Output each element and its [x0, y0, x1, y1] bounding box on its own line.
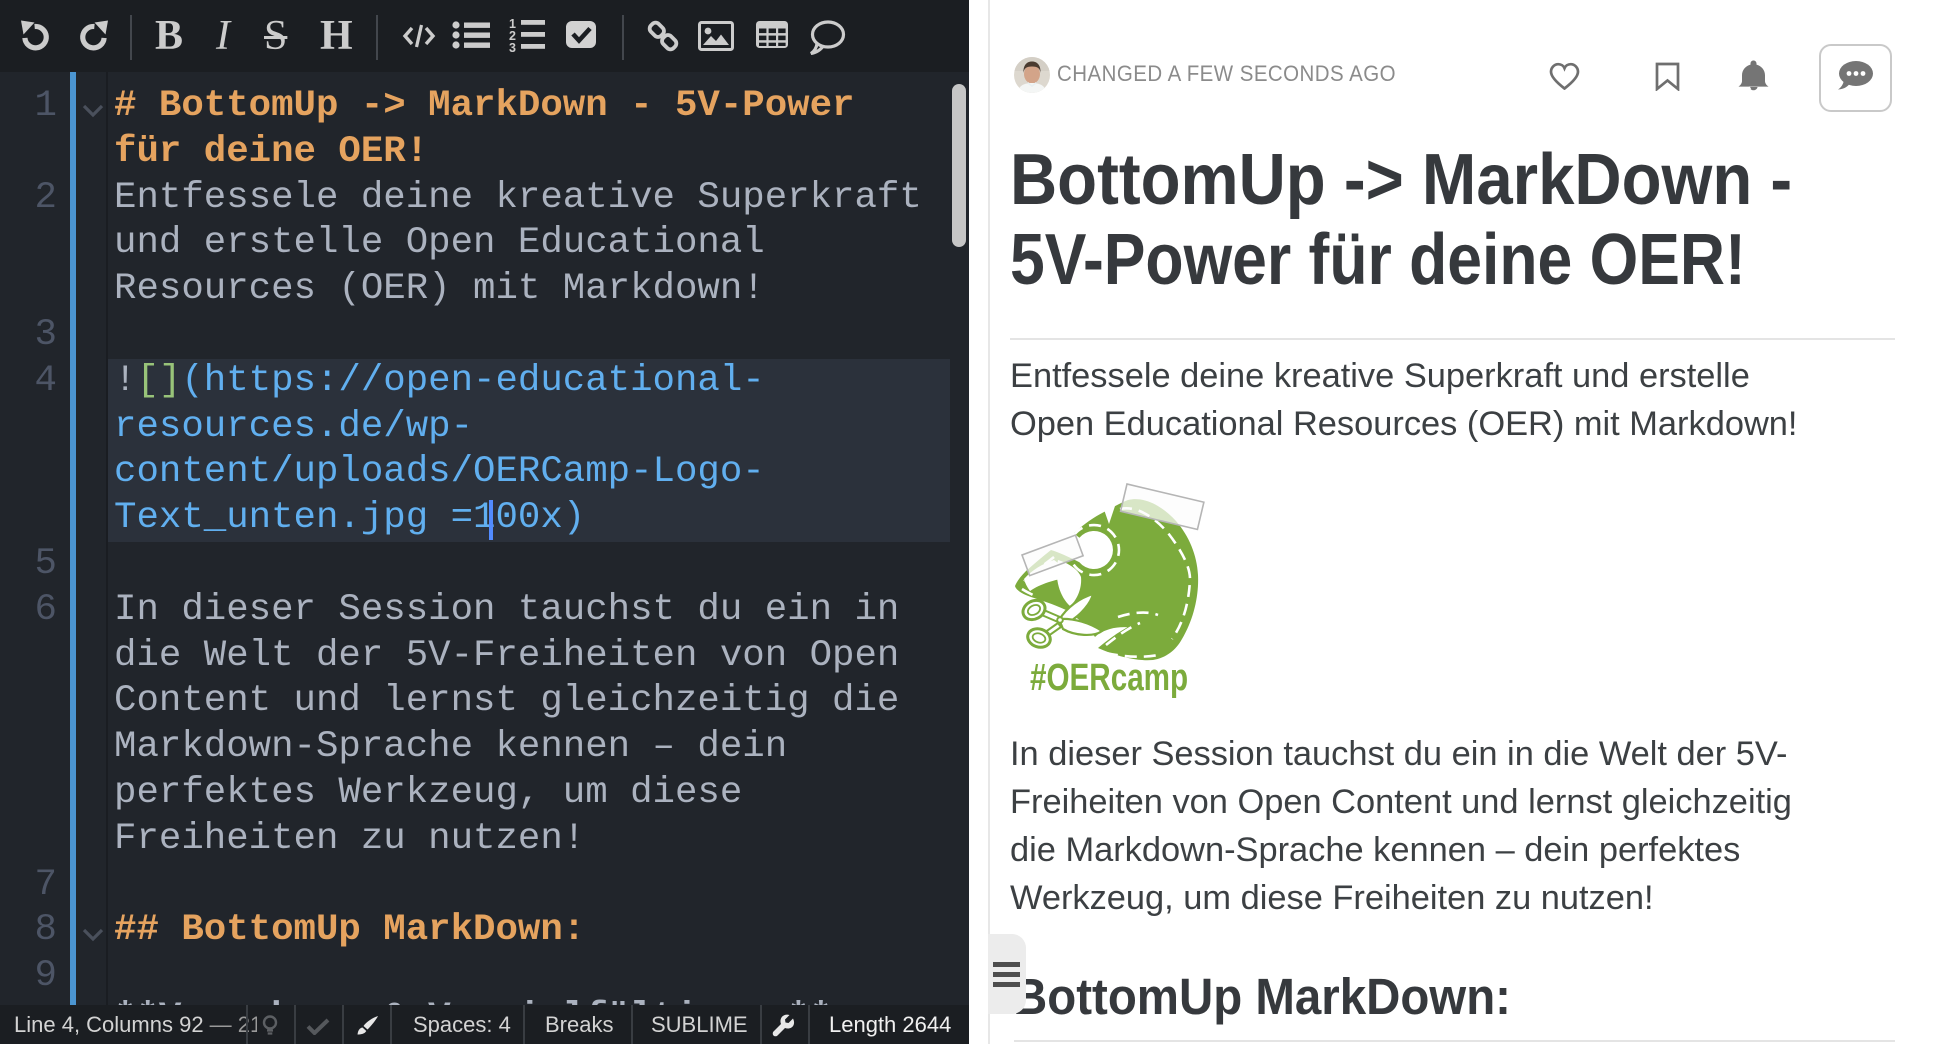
svg-text:3: 3 — [509, 41, 516, 54]
